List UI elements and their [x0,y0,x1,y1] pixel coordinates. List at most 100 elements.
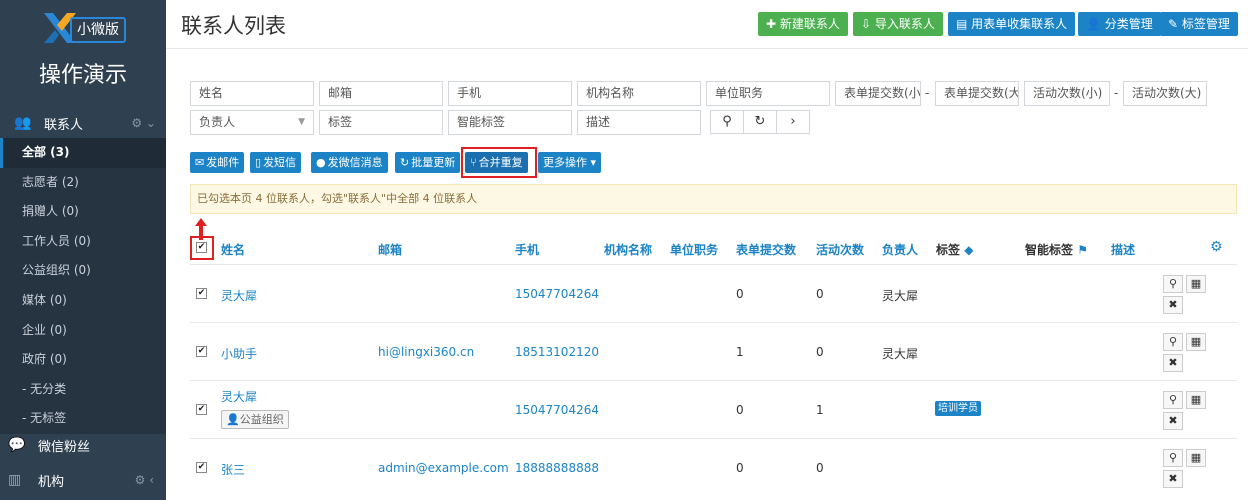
column-header-name[interactable]: 姓名 [221,241,245,258]
category-manage-button[interactable]: 👤 分类管理 [1078,12,1161,36]
sidebar-item-staff[interactable]: 工作人员 (0) [0,227,166,257]
chevron-right-icon: › [790,114,796,129]
contact-email[interactable]: admin@example.com [378,461,509,475]
sidebar-item-uncategorized[interactable]: - 无分类 [0,375,166,405]
flag-icon: ⚑ [1077,243,1088,257]
contact-name-link[interactable]: 灵大犀 [221,388,257,405]
contact-name-link[interactable]: 小助手 [221,345,257,362]
owner-select[interactable]: 负责人 ▼ [190,110,314,135]
settings-toggle[interactable]: ⚙ ⌄ [131,116,156,130]
email-filter-input[interactable]: 邮箱 [319,81,443,106]
contact-forms: 0 [736,287,744,301]
batch-update-button[interactable]: ↻ 批量更新 [395,152,461,173]
delete-button[interactable]: ✖ [1163,412,1183,430]
send-wechat-button[interactable]: ● 发微信消息 [311,152,388,173]
org-badge: 👤公益组织 [221,410,289,429]
form-max-input[interactable]: 表单提交数(大 [935,81,1019,106]
sidebar-wechat-label: 微信粉丝 [38,439,91,455]
column-header-smart-tags[interactable]: 智能标签 ⚑ [1025,241,1088,258]
org-filter-input[interactable]: 机构名称 [577,81,701,106]
contact-activities: 0 [816,345,824,359]
position-filter-input[interactable]: 单位职务 [706,81,830,106]
qr-button[interactable]: ▦ [1186,275,1206,293]
gear-icon[interactable]: ⚙ [1210,239,1223,255]
qr-button[interactable]: ▦ [1186,449,1206,467]
refresh-icon: ↻ [400,156,410,169]
contact-forms: 1 [736,345,744,359]
row-checkbox[interactable]: ✔ [196,462,207,473]
more-actions-label: 更多操作 [543,156,587,169]
sidebar-section-contacts[interactable]: 👥 联系人 ⚙ ⌄ [0,109,166,137]
form-collect-button[interactable]: ▤ 用表单收集联系人 [948,12,1076,36]
send-sms-button[interactable]: ▯ 发短信 [250,152,302,173]
send-email-label: 发邮件 [206,156,240,169]
contact-name-link[interactable]: 张三 [221,461,245,478]
row-checkbox[interactable]: ✔ [196,404,207,415]
column-header-owner[interactable]: 负责人 [882,241,918,258]
delete-button[interactable]: ✖ [1163,296,1183,314]
row-checkbox[interactable]: ✔ [196,288,207,299]
tag-badge[interactable]: 培训学员 [935,401,981,416]
activity-min-input[interactable]: 活动次数(小) [1024,81,1110,106]
sidebar-item-enterprise[interactable]: 企业 (0) [0,316,166,346]
phone-filter-input[interactable]: 手机 [448,81,572,106]
user-icon: 👤 [1086,17,1105,31]
view-button[interactable]: ⚲ [1163,275,1183,293]
tag-manage-button[interactable]: ✎ 标签管理 [1160,12,1238,36]
reset-button[interactable]: ↻ [743,110,777,134]
import-contact-button[interactable]: ⇩ 导入联系人 [853,12,943,36]
view-button[interactable]: ⚲ [1163,449,1183,467]
refresh-icon: ↻ [754,114,766,129]
row-checkbox[interactable]: ✔ [196,346,207,357]
range-separator: - [1114,86,1119,100]
sidebar-item-media[interactable]: 媒体 (0) [0,286,166,316]
form-min-input[interactable]: 表单提交数(小 [835,81,921,106]
contact-activities: 0 [816,287,824,301]
delete-button[interactable]: ✖ [1163,470,1183,488]
column-header-email[interactable]: 邮箱 [378,241,402,258]
column-header-forms[interactable]: 表单提交数 [736,241,796,258]
select-all-checkbox[interactable]: ✔ [196,242,207,253]
activity-max-input[interactable]: 活动次数(大) [1123,81,1207,106]
sidebar-item-all[interactable]: 全部 (3) [0,138,166,168]
row-divider [190,380,1237,381]
smart-tags-filter-input[interactable]: 智能标签 [448,110,572,135]
org-settings-toggle[interactable]: ⚙ ‹ [135,473,154,487]
contact-name-link[interactable]: 灵大犀 [221,287,257,304]
new-contact-button[interactable]: ✚ 新建联系人 [758,12,848,36]
sidebar-item-donor[interactable]: 捐赠人 (0) [0,197,166,227]
column-header-desc[interactable]: 描述 [1111,241,1135,258]
qr-code-icon: ▦ [1190,335,1202,348]
sidebar-item-government[interactable]: 政府 (0) [0,345,166,375]
view-button[interactable]: ⚲ [1163,333,1183,351]
range-separator: - [925,86,930,100]
column-header-tags[interactable]: 标签 ◆ [936,241,973,258]
delete-button[interactable]: ✖ [1163,354,1183,372]
sidebar-item-org[interactable]: ▥ 机构 ⚙ ‹ [0,465,166,495]
column-header-org[interactable]: 机构名称 [604,241,652,258]
row-divider [190,264,1237,265]
sidebar-item-wechat[interactable]: 💬 微信粉丝 [0,430,166,460]
advanced-button[interactable]: › [776,110,810,134]
column-header-activities[interactable]: 活动次数 [816,241,864,258]
contact-activities: 1 [816,403,824,417]
building-icon: ▥ [8,472,22,488]
column-header-phone[interactable]: 手机 [515,241,539,258]
qr-button[interactable]: ▦ [1186,333,1206,351]
tags-filter-input[interactable]: 标签 [319,110,443,135]
desc-filter-input[interactable]: 描述 [577,110,701,135]
qr-code-icon: ▦ [1190,393,1202,406]
search-button[interactable]: ⚲ [710,110,744,134]
send-email-button[interactable]: ✉ 发邮件 [190,152,245,173]
more-actions-button[interactable]: 更多操作 ▾ [538,152,602,173]
batch-update-label: 批量更新 [411,156,456,169]
view-button[interactable]: ⚲ [1163,391,1183,409]
contact-email[interactable]: hi@lingxi360.cn [378,345,474,359]
column-header-position[interactable]: 单位职务 [670,241,718,258]
qr-button[interactable]: ▦ [1186,391,1206,409]
contact-owner: 灵大犀 [882,347,919,361]
sidebar-item-volunteer[interactable]: 志愿者 (2) [0,168,166,198]
name-filter-input[interactable]: 姓名 [190,81,314,106]
sidebar-item-ngo[interactable]: 公益组织 (0) [0,256,166,286]
import-icon: ⇩ [861,17,875,31]
